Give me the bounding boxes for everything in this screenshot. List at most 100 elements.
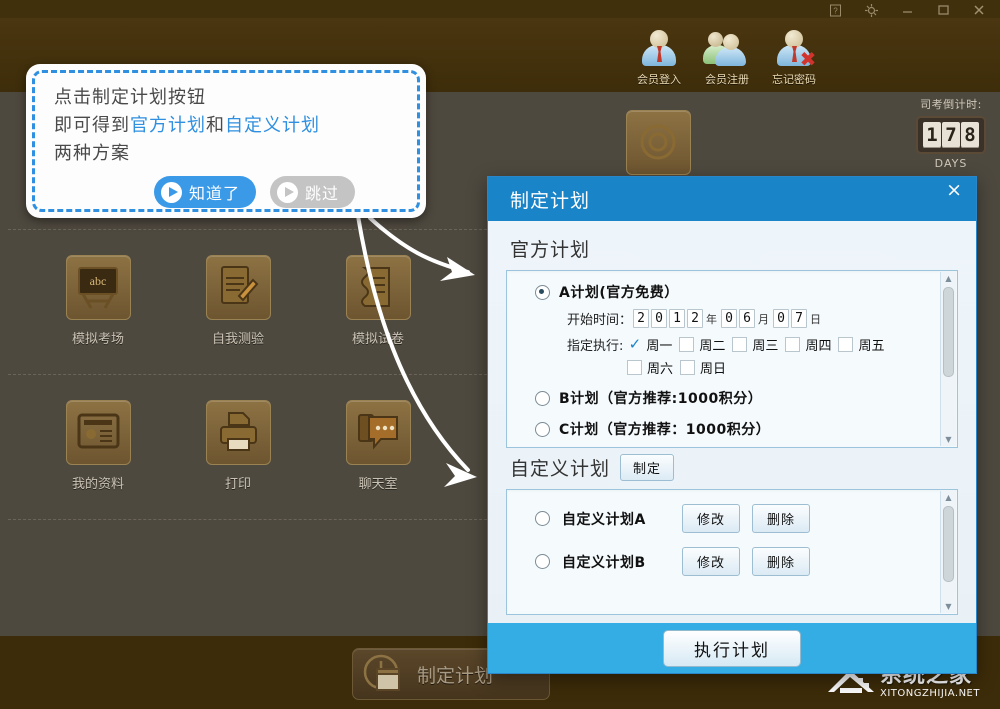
tile-chatroom[interactable]: 聊天室 xyxy=(318,400,438,492)
month-digit[interactable]: 0 xyxy=(721,309,738,328)
user-register-icon xyxy=(703,28,748,70)
account-login-label: 会员登入 xyxy=(637,73,681,86)
dialog-close-icon[interactable]: × xyxy=(946,181,962,200)
dialog-titlebar: 制定计划 × xyxy=(488,177,976,221)
make-plan-label: 制定计划 xyxy=(417,664,494,687)
year-unit: 年 xyxy=(706,312,718,326)
window-titlebar: ? xyxy=(0,0,1000,18)
minimize-button[interactable] xyxy=(894,2,920,18)
coach-line-2-c: 和 xyxy=(206,114,225,136)
day-label-sunday: 周日 xyxy=(700,362,727,377)
tile-label: 自我测验 xyxy=(211,332,264,347)
countdown-unit: DAYS xyxy=(934,157,968,170)
account-register-label: 会员注册 xyxy=(705,73,749,86)
radio-plan-b[interactable] xyxy=(535,390,550,406)
year-digit[interactable]: 2 xyxy=(633,309,650,328)
close-button[interactable] xyxy=(966,2,992,18)
countdown-display: 1 7 8 xyxy=(916,116,986,154)
year-digit[interactable]: 0 xyxy=(651,309,668,328)
checkbox-sunday[interactable] xyxy=(680,360,696,375)
day-label-saturday: 周六 xyxy=(647,362,674,377)
exam-countdown: 司考倒计时: 1 7 8 DAYS xyxy=(905,92,997,170)
custom-plan-b-label: 自定义计划B xyxy=(562,554,646,571)
create-custom-plan-button[interactable]: 制定 xyxy=(620,454,675,481)
coach-skip-button[interactable]: 跳过 xyxy=(270,176,356,208)
scroll-up-icon[interactable]: ▲ xyxy=(945,272,951,285)
coach-mark-text: 点击制定计划按钮 即可得到官方计划和自定义计划 两种方案 xyxy=(54,84,320,168)
account-login-button[interactable]: 会员登入 xyxy=(625,28,693,87)
execute-plan-button[interactable]: 执行计划 xyxy=(663,629,801,667)
countdown-digit: 8 xyxy=(961,122,979,148)
account-register-button[interactable]: 会员注册 xyxy=(693,28,761,87)
month-digit[interactable]: 6 xyxy=(739,309,756,328)
day-label-wednesday: 周三 xyxy=(752,339,779,354)
svg-text:abc: abc xyxy=(89,274,106,288)
plan-option-b[interactable]: B计划（官方推荐:1000积分） xyxy=(535,388,957,408)
window-controls: ? xyxy=(822,2,992,18)
custom-plan-scrollbar[interactable]: ▲ ▼ xyxy=(940,491,956,613)
settings-gear-icon[interactable] xyxy=(858,2,884,18)
checkbox-saturday[interactable] xyxy=(627,360,642,375)
coach-line-1: 点击制定计划按钮 xyxy=(54,87,206,108)
make-plan-dialog: 制定计划 × 官方计划 ▲ ▼ A计划(官方免费） 开始时间： 2 0 1 2 … xyxy=(487,176,977,674)
printer-icon xyxy=(205,400,271,465)
official-plan-scrollbar[interactable]: ▲ ▼ xyxy=(940,272,956,446)
radio-plan-a[interactable] xyxy=(535,284,550,300)
clock-calendar-icon xyxy=(361,652,409,696)
day-digit[interactable]: 7 xyxy=(791,309,808,328)
tile-self-test[interactable]: 自我测验 xyxy=(178,255,298,347)
checkbox-monday[interactable]: ✓ xyxy=(627,337,642,352)
watermark-en: XITONGZHIJIA.NET xyxy=(880,688,980,699)
checkbox-thursday[interactable] xyxy=(785,337,801,352)
day-label-monday: 周一 xyxy=(646,339,673,354)
scroll-up-icon[interactable]: ▲ xyxy=(945,491,951,504)
countdown-title: 司考倒计时: xyxy=(920,98,982,111)
scroll-down-icon[interactable]: ▼ xyxy=(945,600,951,613)
edit-custom-plan-b-button[interactable]: 修改 xyxy=(682,547,741,576)
coach-skip-label: 跳过 xyxy=(305,184,340,203)
delete-custom-plan-a-button[interactable]: 删除 xyxy=(752,504,811,533)
help-button[interactable]: ? xyxy=(822,2,848,18)
tile-mock-paper[interactable]: 模拟试卷 xyxy=(318,255,438,347)
checkbox-tuesday[interactable] xyxy=(679,337,695,352)
tile-label: 模拟考场 xyxy=(71,332,124,347)
custom-plan-panel: ▲ ▼ 自定义计划A 修改 删除 自定义计划B 修改 删除 xyxy=(506,489,958,615)
maximize-button[interactable] xyxy=(930,2,956,18)
coach-line-2-highlight-official: 官方计划 xyxy=(130,114,206,136)
plan-option-a[interactable]: A计划(官方免费） xyxy=(535,282,957,302)
tile-my-profile[interactable]: 我的资料 xyxy=(38,400,158,492)
plan-option-c[interactable]: C计划（官方推荐：1000积分） xyxy=(535,419,957,439)
tile-mock-exam-room[interactable]: abc 模拟考场 xyxy=(38,255,158,347)
custom-plan-row: 自定义计划B 修改 删除 xyxy=(535,547,957,576)
official-plan-panel: ▲ ▼ A计划(官方免费） 开始时间： 2 0 1 2 年 0 6 月 0 7 … xyxy=(506,270,958,448)
checkbox-wednesday[interactable] xyxy=(732,337,748,352)
tile-label: 我的资料 xyxy=(71,477,124,492)
radio-custom-plan-a[interactable] xyxy=(535,511,550,526)
scroll-thumb[interactable] xyxy=(943,506,954,582)
scroll-thumb[interactable] xyxy=(943,287,954,377)
month-unit: 月 xyxy=(758,312,770,326)
plan-c-label: C计划（官方推荐：1000积分） xyxy=(559,422,771,438)
coach-line-2-highlight-custom: 自定义计划 xyxy=(225,114,320,136)
scroll-down-icon[interactable]: ▼ xyxy=(945,433,951,446)
start-time-row: 开始时间： 2 0 1 2 年 0 6 月 0 7 日 xyxy=(567,309,957,328)
custom-plan-header-row: 自定义计划 制定 xyxy=(510,454,958,481)
checkbox-friday[interactable] xyxy=(838,337,854,352)
year-digit[interactable]: 1 xyxy=(669,309,686,328)
coach-mark-buttons: 知道了 跳过 xyxy=(154,176,356,208)
schedule-label: 指定执行: xyxy=(567,339,624,354)
edit-custom-plan-a-button[interactable]: 修改 xyxy=(682,504,741,533)
forgot-password-button[interactable]: ✖ 忘记密码 xyxy=(760,28,828,87)
year-digit[interactable]: 2 xyxy=(687,309,704,328)
countdown-digit: 1 xyxy=(923,122,941,148)
day-digit[interactable]: 0 xyxy=(773,309,790,328)
application-window: ? 会员登入 会员注册 ✖ 忘记密码 abc 模拟考场 自我测验 模拟试卷 我的… xyxy=(0,0,1000,709)
profile-icon xyxy=(65,400,131,465)
custom-plan-heading: 自定义计划 xyxy=(510,458,611,480)
radio-custom-plan-b[interactable] xyxy=(535,554,550,569)
delete-custom-plan-b-button[interactable]: 删除 xyxy=(752,547,811,576)
tile-print[interactable]: 打印 xyxy=(178,400,298,492)
coach-ok-button[interactable]: 知道了 xyxy=(154,176,257,208)
schedule-row-2: 周六 周日 xyxy=(627,358,957,377)
radio-plan-c[interactable] xyxy=(535,421,550,437)
